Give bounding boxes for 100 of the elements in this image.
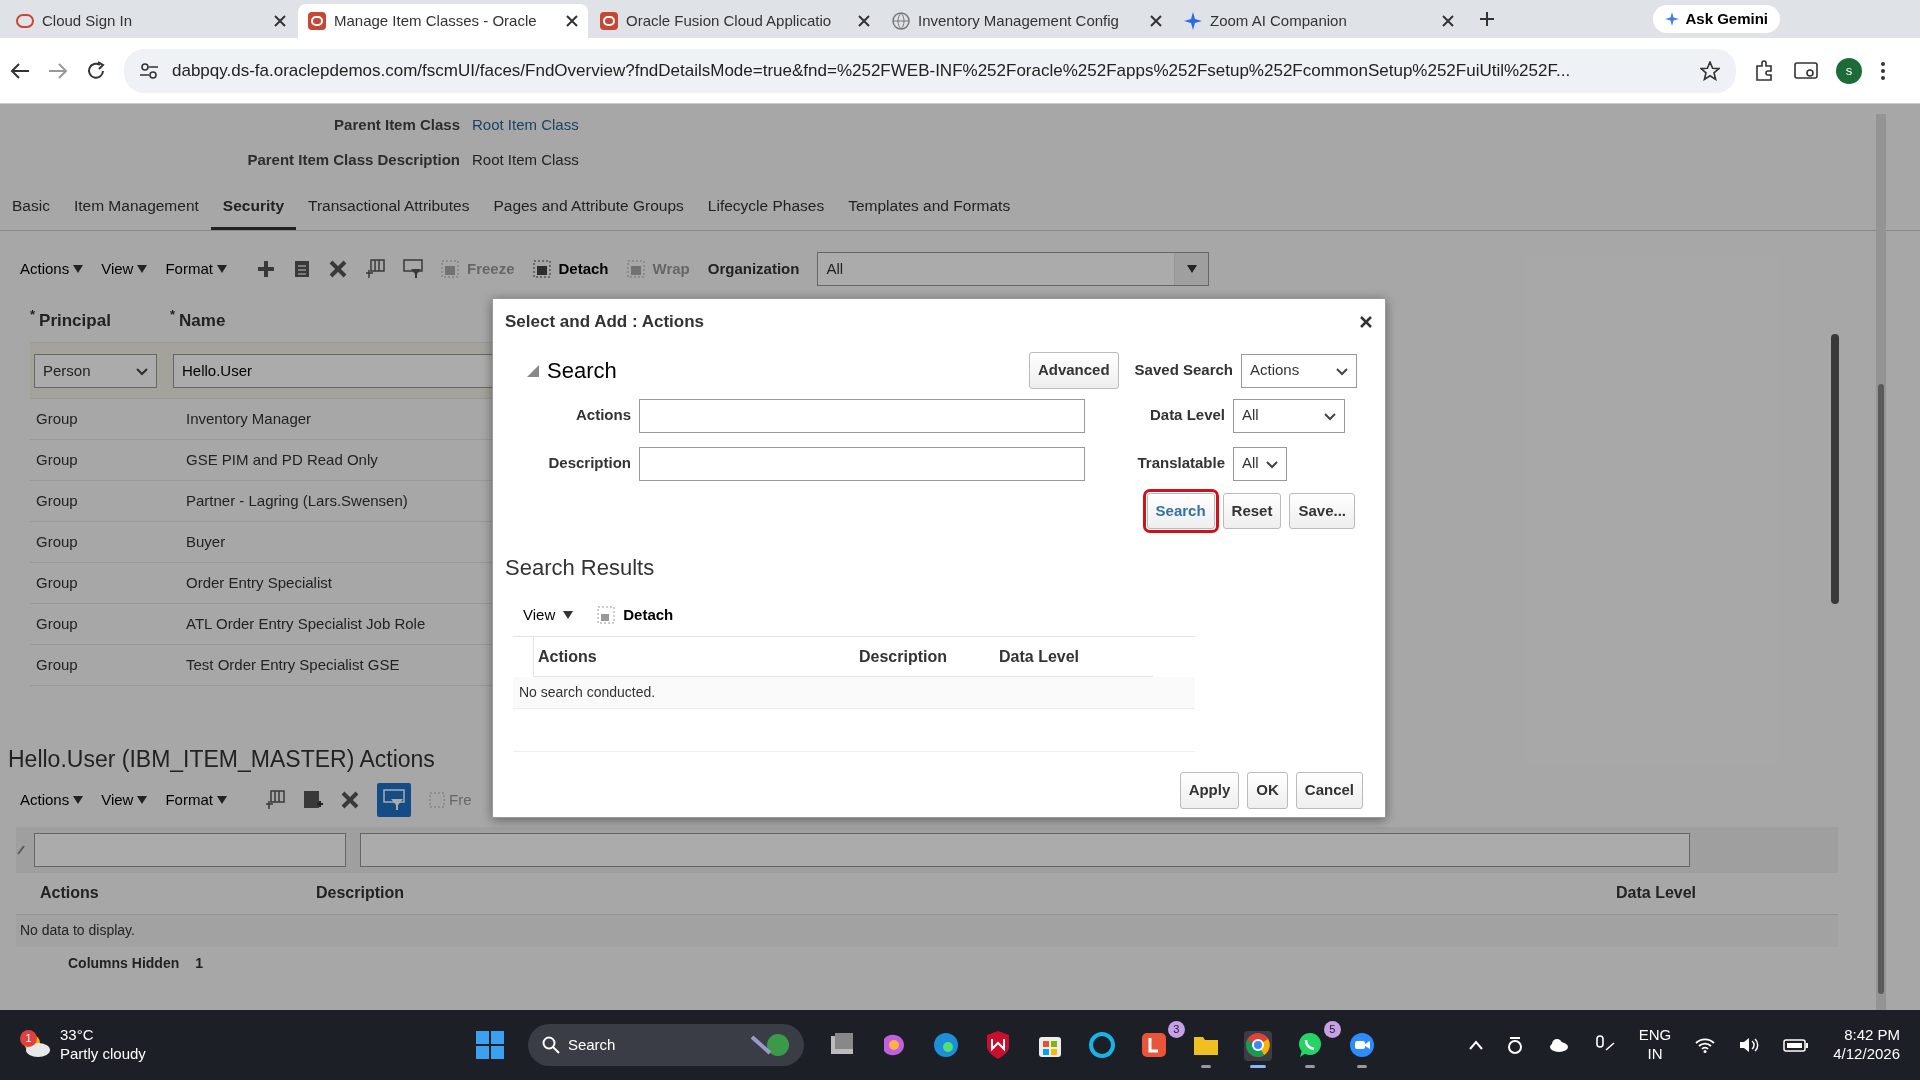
search-icon: [541, 1036, 560, 1054]
table-cell-text: Group: [35, 614, 79, 634]
table-cell-text: Group: [35, 655, 79, 675]
select-field[interactable]: All: [1233, 398, 1345, 433]
clock-text[interactable]: 8:42 PM 4/12/2026: [1833, 1026, 1900, 1064]
page-tab[interactable]: Security: [210, 184, 296, 231]
page-tab[interactable]: Transactional Attributes: [296, 184, 482, 231]
dropdown-arrow-icon: [216, 265, 227, 274]
column-header: Description: [859, 646, 948, 667]
select-field[interactable]: All: [1233, 446, 1287, 481]
page-tab[interactable]: Item Management: [61, 184, 211, 231]
chevron-up-icon[interactable]: [1468, 1040, 1483, 1050]
star-icon[interactable]: [1700, 60, 1720, 81]
forward-icon[interactable]: [48, 61, 68, 80]
toolbar-icon: [440, 260, 459, 279]
dropdown-arrow-icon: [73, 265, 84, 274]
cross-icon[interactable]: [340, 790, 359, 809]
saved-search-select[interactable]: Actions: [1241, 353, 1357, 388]
toolbar-icon: [532, 260, 551, 279]
menu-button[interactable]: View: [101, 258, 148, 281]
kebab-menu-icon[interactable]: [1880, 60, 1886, 81]
table-cell-text: GSE PIM and PD Read Only: [185, 450, 379, 470]
dropdown-arrow-icon: [216, 795, 227, 804]
field-label: Actions: [575, 405, 631, 426]
scrollbar[interactable]: [1831, 334, 1839, 604]
filter-field[interactable]: [360, 832, 1690, 867]
principal-select[interactable]: Person: [34, 353, 157, 388]
table-cell-text: Order Entry Specialist: [185, 573, 333, 593]
plus-icon[interactable]: [256, 260, 275, 279]
menu-button[interactable]: Format: [165, 788, 227, 811]
battery-icon[interactable]: [1783, 1038, 1810, 1052]
wifi-icon[interactable]: [1695, 1037, 1716, 1053]
toolbar-button[interactable]: Detach: [532, 258, 609, 281]
close-icon[interactable]: [1150, 15, 1162, 27]
browser-tab[interactable]: Oracle Fusion Cloud Applicatio: [590, 4, 880, 38]
dropdown-arrow-icon: [137, 795, 148, 804]
menu-button[interactable]: Actions: [20, 788, 84, 811]
filter-icon[interactable]: [376, 782, 411, 817]
dialog-button[interactable]: OK: [1247, 772, 1288, 809]
page-tab[interactable]: Templates and Formats: [836, 184, 1023, 231]
organization-select[interactable]: All: [817, 252, 1210, 287]
field-value: Root Item Class: [472, 150, 579, 171]
dialog-button[interactable]: Cancel: [1295, 772, 1363, 809]
disclosure-toggle[interactable]: Search: [527, 354, 617, 387]
browser-tab[interactable]: Manage Item Classes - Oracle: [298, 4, 588, 38]
column-header: Principal: [39, 310, 111, 330]
close-icon[interactable]: [858, 15, 870, 27]
toolbar-icon: [597, 606, 616, 624]
parent-class-link[interactable]: Root Item Class: [472, 114, 579, 137]
list-icon[interactable]: [302, 789, 323, 810]
caret-icon: [1324, 410, 1336, 421]
list-icon[interactable]: [292, 260, 311, 279]
browser-tab[interactable]: Cloud Sign In: [6, 4, 296, 38]
taskbar-search[interactable]: Search: [527, 1024, 804, 1066]
new-tab-icon[interactable]: [1480, 12, 1494, 26]
menu-button[interactable]: View: [523, 603, 574, 627]
video-call-icon[interactable]: [1347, 1031, 1376, 1068]
advanced-button[interactable]: Advanced: [1028, 352, 1119, 389]
column-header: Data Level: [999, 646, 1080, 667]
columns-icon[interactable]: [264, 789, 285, 810]
speaker-icon[interactable]: [1739, 1037, 1760, 1053]
filter-icon[interactable]: [402, 259, 423, 280]
dialog-button[interactable]: Apply: [1179, 772, 1240, 809]
close-icon[interactable]: [1359, 314, 1373, 329]
windows-start-icon[interactable]: [475, 1031, 504, 1059]
field-label: Translatable: [1136, 453, 1225, 474]
detach-button[interactable]: Detach: [597, 603, 674, 627]
page-tab[interactable]: Lifecycle Phases: [695, 184, 837, 231]
cross-icon[interactable]: [328, 260, 347, 279]
camera-icon[interactable]: [1506, 1035, 1523, 1055]
column-header: Actions: [537, 646, 598, 667]
page-tab[interactable]: Pages and Attribute Groups: [481, 184, 696, 231]
filter-field[interactable]: [34, 832, 346, 867]
reload-icon[interactable]: [86, 60, 106, 81]
dialog-button[interactable]: Reset: [1222, 492, 1282, 529]
browser-tab[interactable]: Inventory Management Config: [882, 4, 1172, 38]
text-field[interactable]: [639, 398, 1085, 433]
profile-avatar[interactable]: s: [1836, 57, 1862, 84]
menu-button[interactable]: Format: [165, 258, 227, 281]
cast-icon[interactable]: [1794, 60, 1818, 81]
back-icon[interactable]: [10, 61, 30, 80]
text-field[interactable]: [639, 446, 1085, 481]
dialog-title: Select and Add : Actions: [505, 311, 704, 333]
language-indicator[interactable]: ENG IN: [1638, 1026, 1672, 1064]
menu-button[interactable]: View: [101, 788, 148, 811]
page-tab[interactable]: Basic: [0, 184, 62, 231]
table-cell-text: Test Order Entry Specialist GSE: [185, 655, 401, 675]
oracle-icon: [600, 12, 618, 30]
close-icon[interactable]: [566, 15, 578, 27]
caret-icon: [136, 365, 148, 376]
close-icon[interactable]: [274, 15, 286, 27]
browser-tab[interactable]: Zoom AI Companion: [1174, 4, 1464, 38]
close-icon[interactable]: [1442, 15, 1454, 27]
caret-icon: [1266, 458, 1278, 469]
address-bar[interactable]: dabpqy.ds-fa.oraclepdemos.com/fscmUI/faces/FndOverview?fndDetailsMode=true&fnd=%252FWEB-INF%252Foracle%252Fapps%252Fsetup%252FcommonSetup%252FuiUtil%252F...: [124, 48, 1736, 93]
dialog-button[interactable]: Save...: [1289, 492, 1355, 529]
menu-button[interactable]: Actions: [20, 258, 84, 281]
columns-icon[interactable]: [364, 259, 385, 280]
ask-gemini-button[interactable]: Ask Gemini: [1653, 4, 1780, 34]
toolbar-icon: [428, 791, 445, 808]
